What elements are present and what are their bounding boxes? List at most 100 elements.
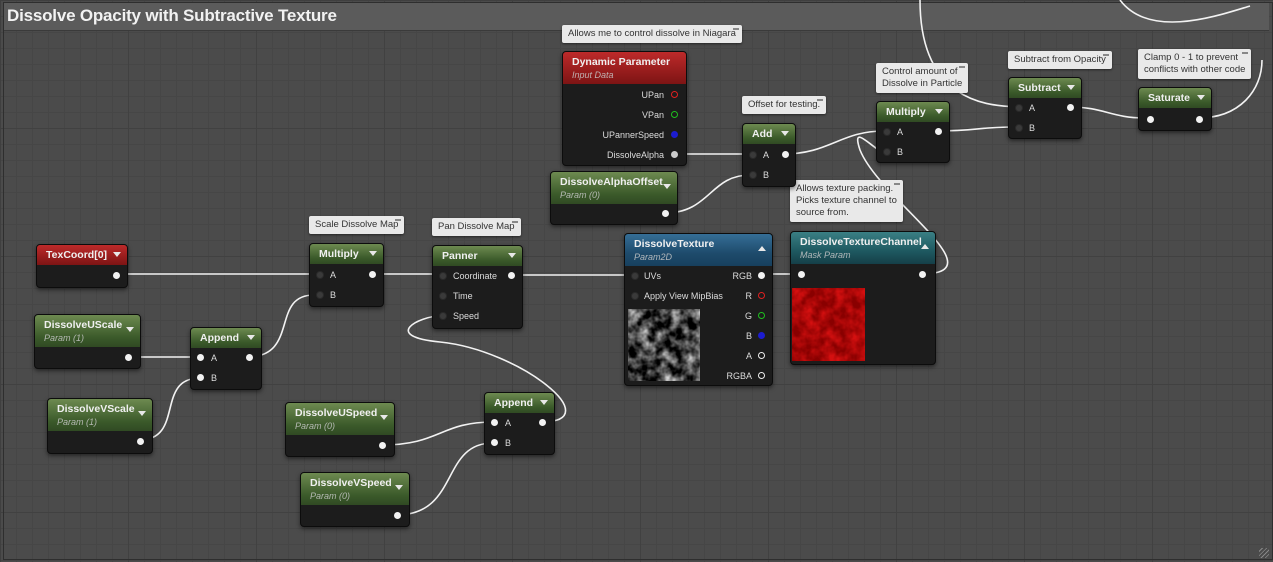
node-header[interactable]: DissolveVScale Param (1) <box>48 399 152 431</box>
node-header[interactable]: Add <box>743 124 795 144</box>
node-dissolve-texture-channel[interactable]: DissolveTextureChannel Mask Param <box>790 231 936 365</box>
node-title: Subtract <box>1018 82 1061 94</box>
pin-a[interactable] <box>758 352 765 359</box>
node-append-right[interactable]: Append A B <box>484 392 555 455</box>
node-dissolve-v-scale[interactable]: DissolveVScale Param (1) <box>47 398 153 454</box>
resize-grip[interactable] <box>1259 548 1269 558</box>
chevron-down-icon[interactable] <box>935 109 943 114</box>
chevron-down-icon[interactable] <box>781 131 789 136</box>
pin-b-in[interactable] <box>316 291 324 299</box>
pin-output[interactable] <box>113 272 120 279</box>
node-header[interactable]: Panner <box>433 246 522 266</box>
pin-output[interactable] <box>662 210 669 217</box>
node-subtract[interactable]: Subtract A B <box>1008 77 1082 139</box>
node-header[interactable]: TexCoord[0] <box>37 245 127 265</box>
pin-dissolvealpha[interactable] <box>671 151 678 158</box>
node-header[interactable]: DissolveTextureChannel Mask Param <box>791 232 935 264</box>
pin-output[interactable] <box>369 271 376 278</box>
pin-upannerspeed[interactable] <box>671 131 678 138</box>
pin-output[interactable] <box>782 151 789 158</box>
node-header[interactable]: Saturate <box>1139 88 1211 108</box>
pin-vpan[interactable] <box>671 111 678 118</box>
chevron-down-icon[interactable] <box>1067 85 1075 90</box>
node-header[interactable]: DissolveVSpeed Param (0) <box>301 473 409 505</box>
pin-speed-in[interactable] <box>439 312 447 320</box>
pin-rgba[interactable] <box>758 372 765 379</box>
chevron-down-icon[interactable] <box>1197 95 1205 100</box>
node-header[interactable]: DissolveUSpeed Param (0) <box>286 403 394 435</box>
node-add[interactable]: Add A B <box>742 123 796 187</box>
pin-a-in[interactable] <box>883 128 891 136</box>
pin-a-in[interactable] <box>1015 104 1023 112</box>
node-subtitle: Param (0) <box>560 190 601 200</box>
chevron-down-icon[interactable] <box>126 327 134 332</box>
chevron-down-icon[interactable] <box>138 411 146 416</box>
pin-upan[interactable] <box>671 91 678 98</box>
pin-a-in[interactable] <box>491 419 498 426</box>
pin-coordinate-in[interactable] <box>439 272 447 280</box>
pin-mipbias-in[interactable] <box>631 292 639 300</box>
chevron-down-icon[interactable] <box>113 252 121 257</box>
chevron-up-icon[interactable] <box>758 246 766 251</box>
pin-output[interactable] <box>379 442 386 449</box>
node-dynamic-parameter[interactable]: Dynamic Parameter Input Data UPan VPan U… <box>562 51 687 166</box>
node-header[interactable]: DissolveTexture Param2D <box>625 234 772 266</box>
node-append-left[interactable]: Append A B <box>190 327 262 390</box>
pin-output[interactable] <box>246 354 253 361</box>
pin-output[interactable] <box>919 271 926 278</box>
node-dissolve-alpha-offset[interactable]: DissolveAlphaOffset Param (0) <box>550 171 678 225</box>
node-dissolve-u-scale[interactable]: DissolveUScale Param (1) <box>34 314 141 369</box>
node-header[interactable]: Multiply <box>877 102 949 122</box>
pin-b-in[interactable] <box>749 171 757 179</box>
pin-label-a: A <box>1029 103 1036 113</box>
node-saturate[interactable]: Saturate <box>1138 87 1212 131</box>
pin-output[interactable] <box>935 128 942 135</box>
pin-b-in[interactable] <box>883 148 891 156</box>
node-multiply-top[interactable]: Multiply A B <box>876 101 950 163</box>
node-dissolve-v-speed[interactable]: DissolveVSpeed Param (0) <box>300 472 410 527</box>
pin-output[interactable] <box>137 438 144 445</box>
chevron-down-icon[interactable] <box>395 485 403 490</box>
pin-b-in[interactable] <box>491 439 498 446</box>
chevron-down-icon[interactable] <box>380 415 388 420</box>
pin-output[interactable] <box>508 272 515 279</box>
node-header[interactable]: Append <box>191 328 261 348</box>
pin-r[interactable] <box>758 292 765 299</box>
pin-b[interactable] <box>758 332 765 339</box>
node-dissolve-u-speed[interactable]: DissolveUSpeed Param (0) <box>285 402 395 457</box>
chevron-up-icon[interactable] <box>921 244 929 249</box>
pin-input[interactable] <box>798 271 805 278</box>
node-header[interactable]: Dynamic Parameter Input Data <box>563 52 686 84</box>
noise-texture-preview <box>628 309 700 381</box>
pin-a-in[interactable] <box>197 354 204 361</box>
pin-time-in[interactable] <box>439 292 447 300</box>
pin-b-in[interactable] <box>197 374 204 381</box>
node-dissolve-texture[interactable]: DissolveTexture Param2D UVs Apply View M… <box>624 233 773 386</box>
pin-b-in[interactable] <box>1015 124 1023 132</box>
chevron-down-icon[interactable] <box>540 400 548 405</box>
pin-output[interactable] <box>1196 116 1203 123</box>
pin-output[interactable] <box>1067 104 1074 111</box>
node-header[interactable]: Multiply <box>310 244 383 264</box>
pin-a-in[interactable] <box>749 151 757 159</box>
chevron-down-icon[interactable] <box>663 184 671 189</box>
pin-output[interactable] <box>394 512 401 519</box>
pin-input[interactable] <box>1147 116 1154 123</box>
material-graph-canvas[interactable]: Dissolve Opacity with Subtractive Textur… <box>0 0 1273 562</box>
node-header[interactable]: DissolveAlphaOffset Param (0) <box>551 172 677 204</box>
pin-g[interactable] <box>758 312 765 319</box>
pin-a-in[interactable] <box>316 271 324 279</box>
pin-uvs-in[interactable] <box>631 272 639 280</box>
chevron-down-icon[interactable] <box>508 253 516 258</box>
pin-output[interactable] <box>125 354 132 361</box>
node-texcoord[interactable]: TexCoord[0] <box>36 244 128 288</box>
node-multiply-mid[interactable]: Multiply A B <box>309 243 384 307</box>
pin-rgb[interactable] <box>758 272 765 279</box>
chevron-down-icon[interactable] <box>247 335 255 340</box>
node-header[interactable]: DissolveUScale Param (1) <box>35 315 140 347</box>
pin-output[interactable] <box>539 419 546 426</box>
node-panner[interactable]: Panner Coordinate Time Speed <box>432 245 523 329</box>
node-header[interactable]: Append <box>485 393 554 413</box>
node-header[interactable]: Subtract <box>1009 78 1081 98</box>
chevron-down-icon[interactable] <box>369 251 377 256</box>
